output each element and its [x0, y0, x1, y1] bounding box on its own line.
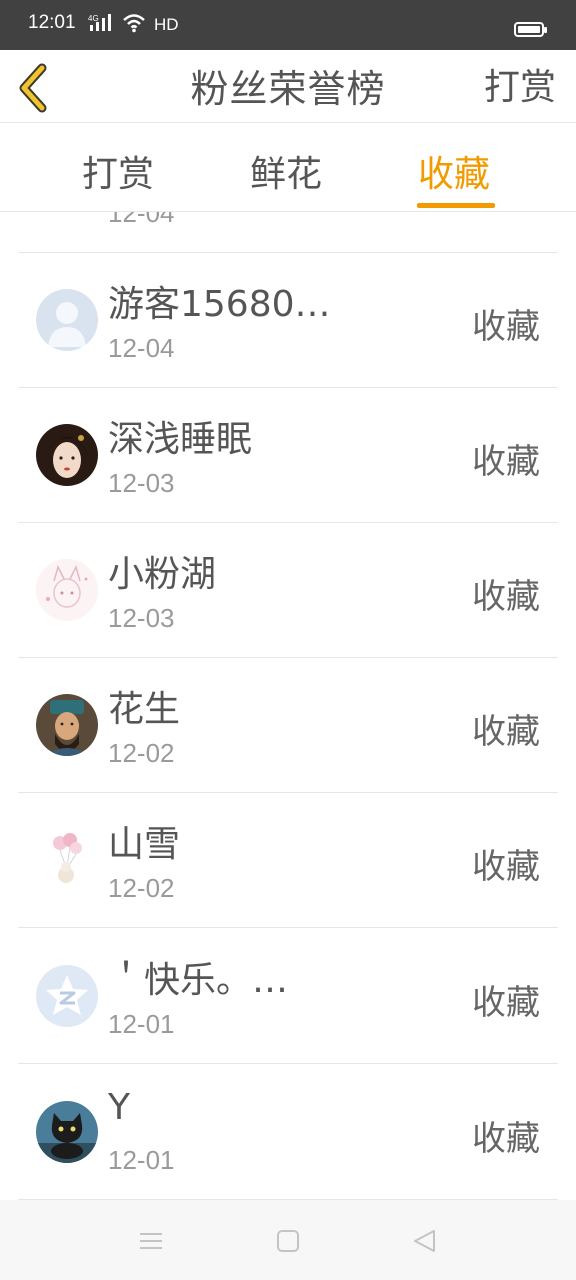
- portrait-avatar: [36, 424, 98, 486]
- tab-reward[interactable]: 打赏: [82, 145, 154, 197]
- list-item-date: 12-02: [108, 873, 175, 903]
- network-type-label: 4G: [88, 14, 99, 23]
- list-item-name: 山雪: [108, 824, 181, 865]
- signal-icon: 4G: [88, 13, 116, 37]
- qzone-avatar: [36, 965, 98, 1027]
- list-item-action: 收藏: [472, 307, 540, 347]
- list-item-action: 收藏: [472, 1119, 540, 1159]
- system-nav-bar: [0, 1200, 576, 1280]
- list-item-name: 花生: [108, 689, 181, 730]
- list-item-date: 12-03: [108, 468, 175, 498]
- list-item-action: 收藏: [472, 983, 540, 1023]
- tab-flowers[interactable]: 鲜花: [250, 145, 322, 197]
- list-item[interactable]: 山雪 12-02 收藏: [18, 793, 558, 928]
- list-item[interactable]: 小粉湖 12-03 收藏: [18, 523, 558, 658]
- list-item-name: ＇快乐。…: [108, 960, 289, 1001]
- active-tab-indicator: [417, 203, 495, 208]
- status-icons: 4G HD: [88, 14, 179, 36]
- favorites-list[interactable]: 12-04 游客15680… 12-04 收藏 深浅睡眠 12-03 收藏 小粉…: [0, 212, 576, 1200]
- balloon-avatar: [36, 829, 98, 891]
- list-item-date: 12-01: [108, 1009, 175, 1039]
- wifi-icon: [122, 13, 146, 37]
- list-item[interactable]: 游客15680… 12-04 收藏: [18, 253, 558, 388]
- black-cat-avatar: [36, 1101, 98, 1163]
- home-square-icon[interactable]: [271, 1224, 305, 1258]
- list-item-action: 收藏: [472, 577, 540, 617]
- tab-favorites[interactable]: 收藏: [418, 145, 490, 197]
- list-item[interactable]: 花生 12-02 收藏: [18, 658, 558, 793]
- tab-bar: 打赏 鲜花 收藏: [0, 123, 576, 212]
- list-item[interactable]: Y 12-01 收藏: [18, 1065, 558, 1200]
- list-item-date: 12-01: [108, 1145, 175, 1175]
- back-triangle-icon[interactable]: [408, 1224, 442, 1258]
- list-item-action: 收藏: [472, 847, 540, 887]
- list-item-name: 游客15680…: [108, 284, 331, 325]
- list-item-date: 12-02: [108, 738, 175, 768]
- list-item-name: Y: [108, 1087, 130, 1128]
- hd-label: HD: [154, 15, 179, 34]
- status-bar: 12:01 4G HD: [0, 0, 576, 50]
- list-item-date: 12-03: [108, 603, 175, 633]
- list-item-name: 小粉湖: [108, 554, 217, 595]
- anime-cat-avatar: [36, 559, 98, 621]
- battery-icon: [514, 22, 547, 37]
- list-item-name: 深浅睡眠: [108, 419, 253, 460]
- list-item-date: 12-04: [108, 333, 175, 363]
- header: 粉丝荣誉榜 打赏: [0, 50, 576, 123]
- reward-button[interactable]: 打赏: [484, 58, 556, 110]
- status-time: 12:01: [28, 12, 76, 33]
- list-item[interactable]: 深浅睡眠 12-03 收藏: [18, 388, 558, 523]
- list-item-action: 收藏: [472, 442, 540, 482]
- warrior-avatar: [36, 694, 98, 756]
- list-item-action: 收藏: [472, 712, 540, 752]
- list-item-partial[interactable]: 12-04: [18, 212, 558, 253]
- list-item[interactable]: ＇快乐。… 12-01 收藏: [18, 929, 558, 1064]
- default-user-avatar: [36, 289, 98, 351]
- list-item-date: 12-04: [108, 212, 175, 228]
- menu-icon[interactable]: [134, 1224, 168, 1258]
